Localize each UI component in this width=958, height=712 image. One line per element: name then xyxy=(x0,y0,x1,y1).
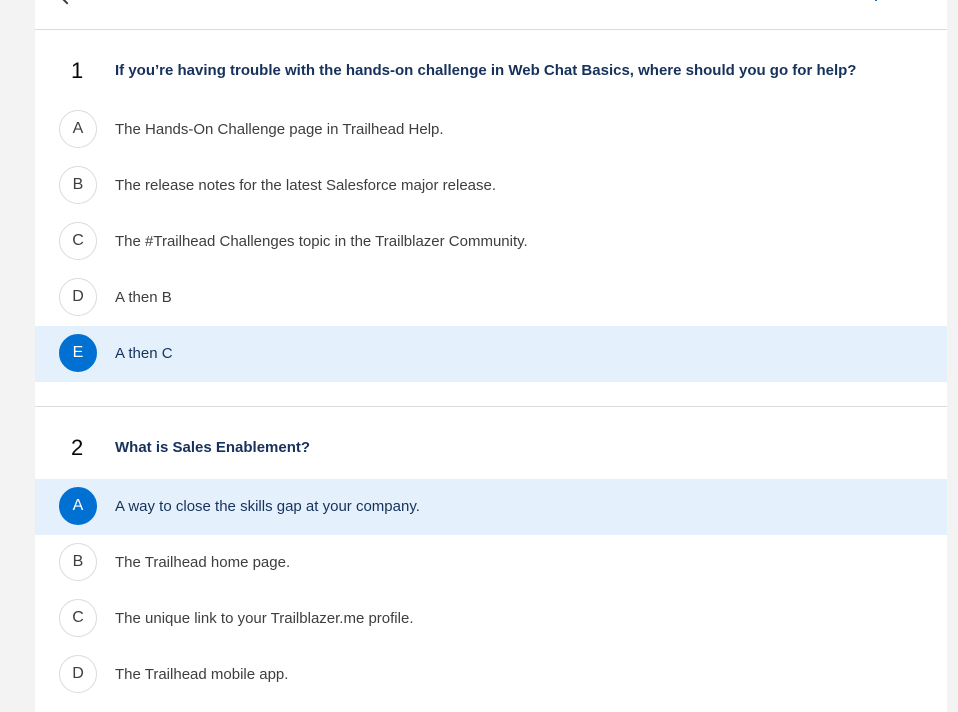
answer-option-b[interactable]: B The Trailhead home page. xyxy=(35,535,947,591)
question-header: 1 If you’re having trouble with the hand… xyxy=(35,54,947,94)
option-letter-badge: A xyxy=(59,487,97,525)
option-letter-badge: B xyxy=(59,543,97,581)
answer-option-d[interactable]: D A then B xyxy=(35,270,947,326)
answer-option-a[interactable]: A The Hands-On Challenge page in Trailhe… xyxy=(35,102,947,158)
option-text: The Trailhead mobile app. xyxy=(115,666,289,683)
option-text: The #Trailhead Challenges topic in the T… xyxy=(115,233,528,250)
answer-option-a[interactable]: A A way to close the skills gap at your … xyxy=(35,479,947,535)
option-text: A then B xyxy=(115,289,172,306)
option-letter-badge: E xyxy=(59,334,97,372)
question-1: 1 If you’re having trouble with the hand… xyxy=(35,54,947,382)
answer-option-c[interactable]: C The unique link to your Trailblazer.me… xyxy=(35,591,947,647)
question-divider xyxy=(35,406,947,407)
option-text: A way to close the skills gap at your co… xyxy=(115,498,420,515)
option-text: The Hands-On Challenge page in Trailhead… xyxy=(115,121,444,138)
option-letter-badge: A xyxy=(59,110,97,148)
option-text: A then C xyxy=(115,345,173,362)
option-letter-badge: C xyxy=(59,222,97,260)
quiz-card: 1 If you’re having trouble with the hand… xyxy=(35,0,947,712)
option-text: The unique link to your Trailblazer.me p… xyxy=(115,610,414,627)
option-letter-badge: D xyxy=(59,655,97,693)
option-text: The release notes for the latest Salesfo… xyxy=(115,177,497,194)
question-number: 1 xyxy=(71,58,84,83)
answer-option-e[interactable]: E A then C xyxy=(35,326,947,382)
option-letter-badge: C xyxy=(59,599,97,637)
quiz-header-strip xyxy=(35,0,947,30)
option-letter-badge: D xyxy=(59,278,97,316)
header-link-icon[interactable] xyxy=(871,0,877,1)
question-number: 2 xyxy=(71,435,84,460)
question-header: 2 What is Sales Enablement? xyxy=(35,431,947,471)
answer-option-d[interactable]: D The Trailhead mobile app. xyxy=(35,647,947,703)
question-text: If you’re having trouble with the hands-… xyxy=(115,62,857,79)
option-letter-badge: B xyxy=(59,166,97,204)
option-text: The Trailhead home page. xyxy=(115,554,291,571)
back-chevron-icon[interactable] xyxy=(58,0,76,5)
question-2: 2 What is Sales Enablement? A A way to c… xyxy=(35,431,947,703)
answer-option-c[interactable]: C The #Trailhead Challenges topic in the… xyxy=(35,214,947,270)
answer-option-b[interactable]: B The release notes for the latest Sales… xyxy=(35,158,947,214)
question-text: What is Sales Enablement? xyxy=(115,439,311,456)
